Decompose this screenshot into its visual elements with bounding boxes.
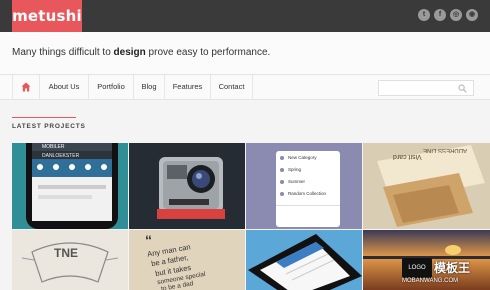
list-item: Spring bbox=[288, 167, 302, 172]
twitter-icon[interactable]: t bbox=[418, 9, 430, 21]
tile4-line1: Visit card bbox=[393, 153, 422, 160]
business-cards-image bbox=[363, 143, 490, 229]
social-links: t f ◎ ◉ bbox=[418, 9, 478, 21]
nav-features[interactable]: Features bbox=[165, 75, 211, 99]
site-watermark: LOGO 模板王 MOBANWANG.COM bbox=[402, 258, 486, 286]
nav-portfolio[interactable]: Portfolio bbox=[89, 75, 134, 99]
list-item: New Category bbox=[288, 155, 317, 160]
home-icon bbox=[21, 82, 31, 92]
project-tile-sketch[interactable]: TNE bbox=[12, 230, 128, 290]
tile1-line2: DANLOEKSTER bbox=[42, 153, 80, 159]
tile4-line2: ADDRESS LINE bbox=[423, 147, 468, 153]
nav-about-us[interactable]: About Us bbox=[40, 75, 89, 99]
phone-ui-image bbox=[246, 230, 362, 290]
tagline-text-end: prove easy to performance. bbox=[145, 47, 271, 58]
camera-image bbox=[129, 143, 245, 229]
project-tile-phone-ui[interactable] bbox=[246, 230, 362, 290]
list-item: Random Collection bbox=[288, 191, 327, 196]
section-title: LATEST PROJECTS bbox=[12, 123, 86, 130]
top-bar: metushi t f ◎ ◉ bbox=[0, 0, 490, 32]
tagline-emphasis: design bbox=[113, 47, 146, 58]
nav-contact[interactable]: Contact bbox=[211, 75, 253, 99]
search-box bbox=[378, 80, 474, 100]
project-tile-business-cards[interactable]: ADDRESS LINE Visit card bbox=[363, 143, 490, 229]
project-tile-camera[interactable] bbox=[129, 143, 245, 229]
section-divider bbox=[12, 117, 76, 118]
project-tile-quote[interactable]: “ Any man can be a father, but it takes … bbox=[129, 230, 245, 290]
rss-icon[interactable]: ◉ bbox=[466, 9, 478, 21]
search-icon[interactable] bbox=[458, 84, 467, 93]
watermark-url: MOBANWANG.COM bbox=[402, 278, 459, 284]
tagline-text: Many things difficult to bbox=[12, 47, 114, 58]
nav-home[interactable] bbox=[12, 75, 40, 99]
sketch-image bbox=[12, 230, 128, 290]
watermark-text: 模板王 bbox=[434, 261, 471, 275]
tile1-line1: MOBILER bbox=[42, 144, 65, 150]
tile5-text: TNE bbox=[54, 246, 78, 260]
list-card: New Category Spring Summer Random Collec… bbox=[276, 151, 340, 227]
facebook-icon[interactable]: f bbox=[434, 9, 446, 21]
site-tagline: Many things difficult to design prove ea… bbox=[12, 47, 270, 58]
watermark-logo: LOGO bbox=[402, 258, 432, 278]
project-tile-mobile-app[interactable]: MOBILER DANLOEKSTER bbox=[12, 143, 128, 229]
main-nav: About Us Portfolio Blog Features Contact bbox=[0, 74, 490, 100]
instagram-icon[interactable]: ◎ bbox=[450, 9, 462, 21]
project-tile-list-ui[interactable]: New Category Spring Summer Random Collec… bbox=[246, 143, 362, 229]
search-input[interactable] bbox=[379, 85, 457, 100]
site-logo[interactable]: metushi bbox=[12, 0, 82, 32]
nav-blog[interactable]: Blog bbox=[134, 75, 165, 99]
list-item: Summer bbox=[288, 179, 306, 184]
